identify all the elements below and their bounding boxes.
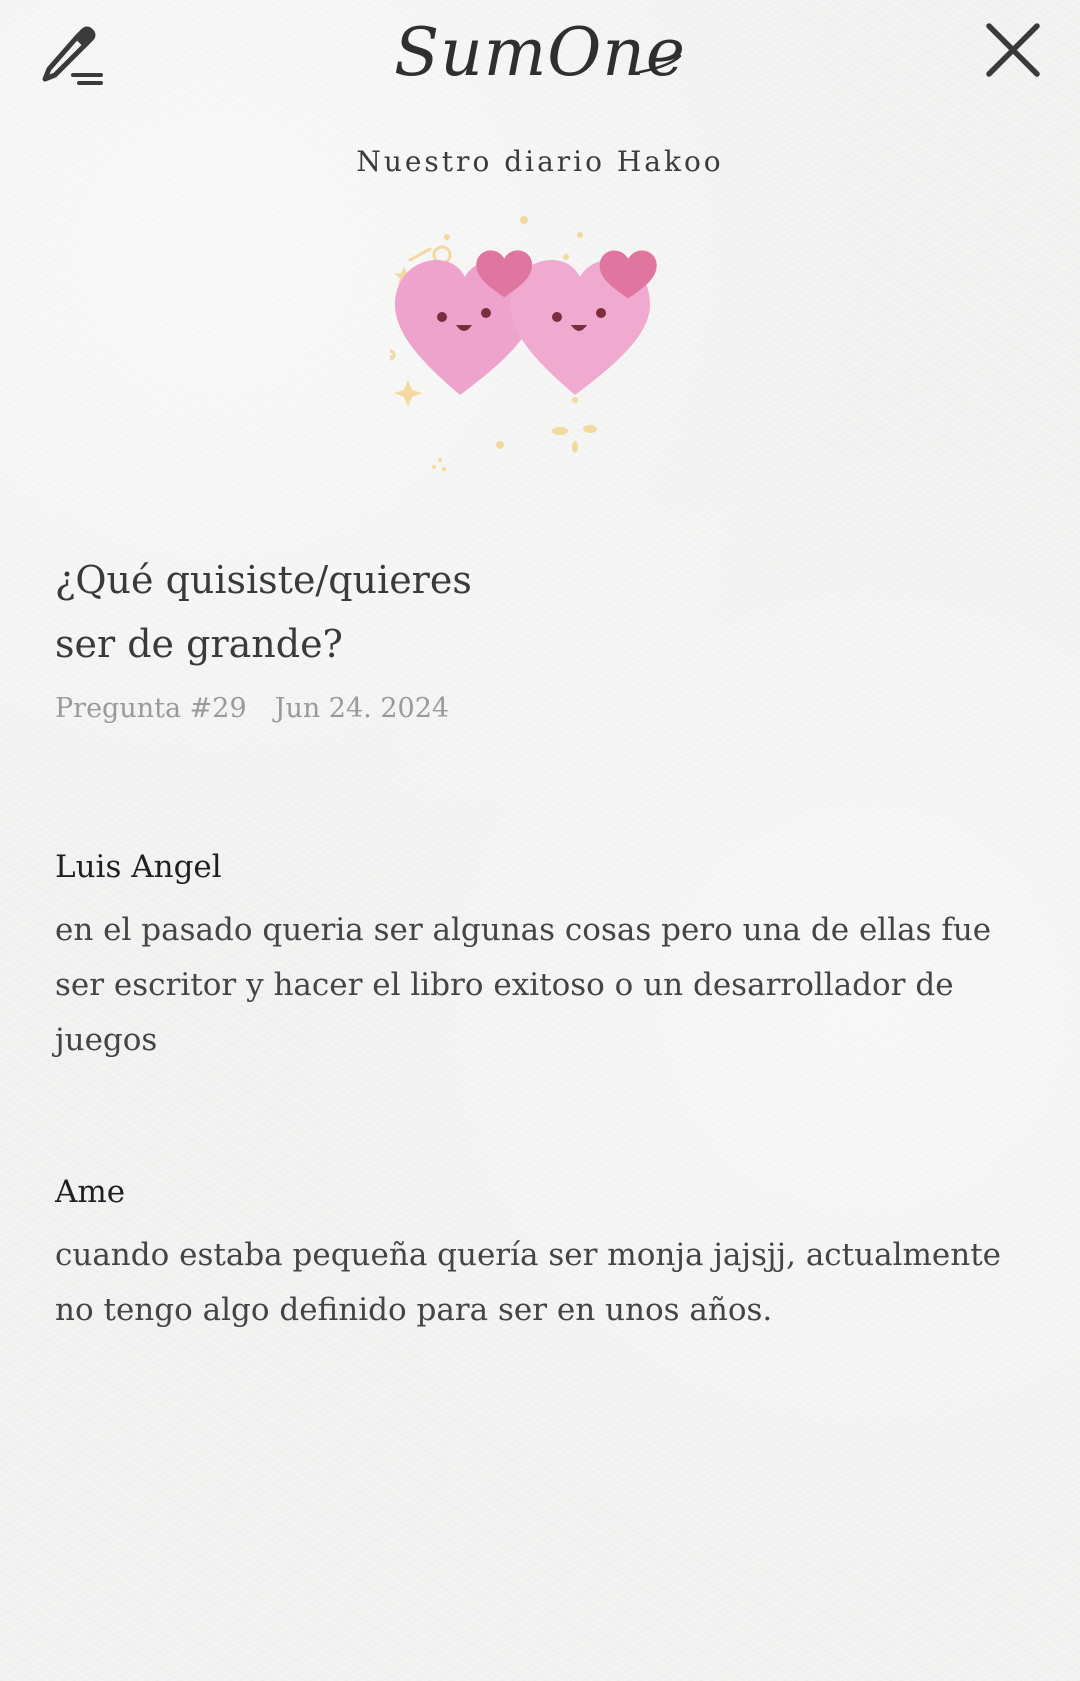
answer-text: cuando estaba pequeña quería ser monja j… [55, 1237, 1001, 1328]
diary-title: Nuestro diario Hakoo [356, 145, 724, 178]
question-line-2: ser de grande? [55, 622, 343, 666]
question-number: Pregunta #29 [55, 693, 247, 724]
couple-hearts-illustration [384, 205, 690, 475]
answer-author: Ame [55, 1174, 126, 1210]
question-title: ¿Qué quisiste/quieres ser de grande? [55, 548, 955, 676]
question-line-1: ¿Qué quisiste/quieres [55, 558, 472, 602]
pencil-edit-icon [42, 26, 103, 85]
answer-card: Ame cuando estaba pequeña quería ser mon… [55, 1170, 1015, 1338]
top-bar: SumOne [0, 0, 1080, 110]
answer-card: Luis Angel en el pasado queria ser algun… [55, 845, 1015, 1068]
brand-logo: SumOne [340, 0, 740, 100]
close-icon [986, 23, 1040, 77]
brand-text: SumOne [394, 14, 686, 91]
question-meta: Pregunta #29 Jun 24. 2024 [55, 693, 449, 724]
answer-text: en el pasado queria ser algunas cosas pe… [55, 912, 992, 1058]
answer-author: Luis Angel [55, 849, 222, 885]
question-date: Jun 24. 2024 [274, 693, 450, 724]
edit-button[interactable] [30, 12, 110, 92]
close-button[interactable] [973, 10, 1053, 90]
